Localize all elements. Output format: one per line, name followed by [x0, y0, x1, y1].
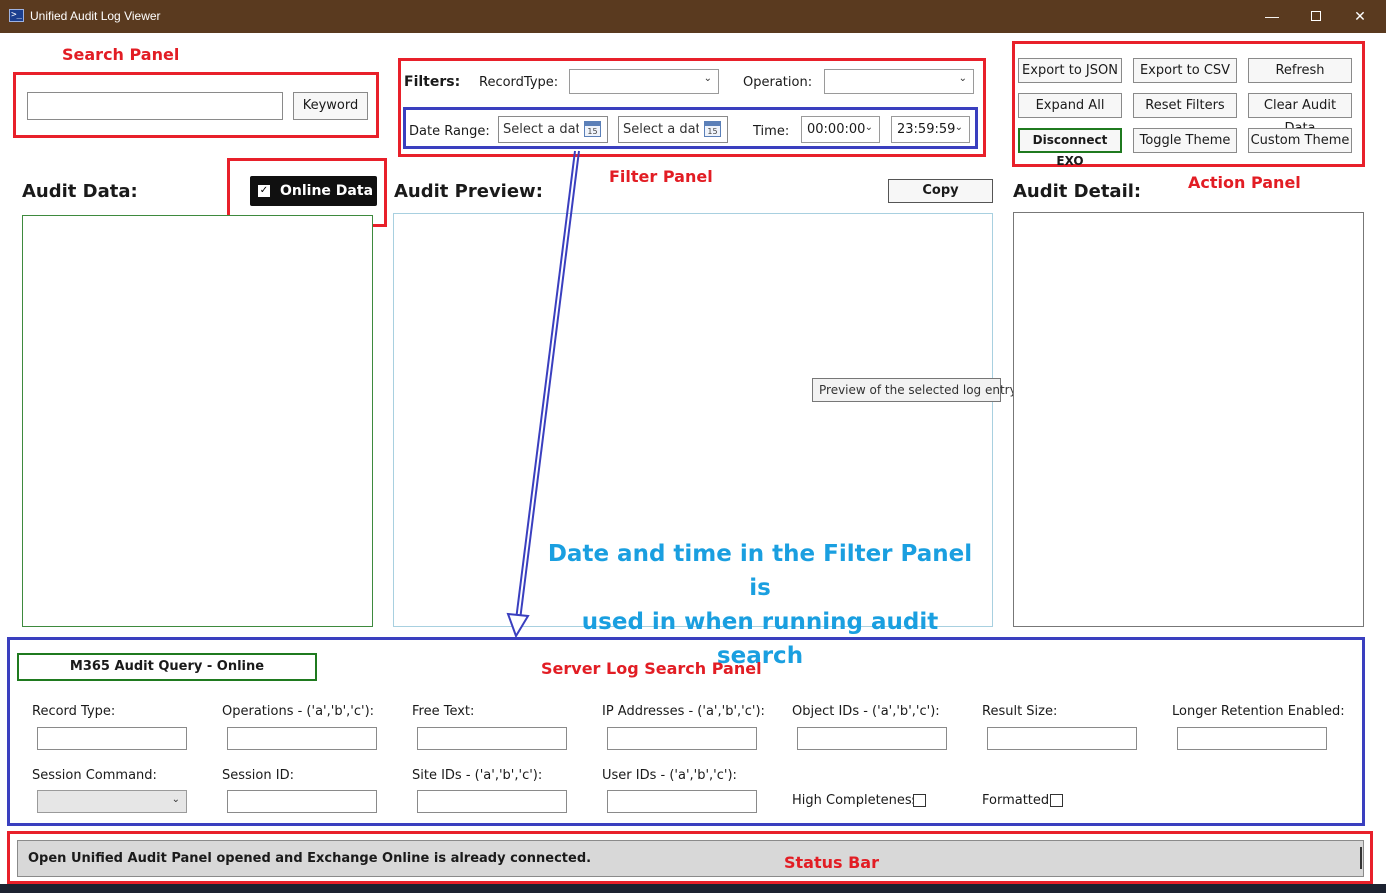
- chevron-down-icon: ⌄: [171, 794, 180, 805]
- session-id-field[interactable]: [227, 790, 377, 813]
- high-completeness-checkbox[interactable]: [913, 794, 926, 807]
- longer-retention-field-label: Longer Retention Enabled:: [1172, 704, 1345, 719]
- status-message: Open Unified Audit Panel opened and Exch…: [28, 851, 592, 866]
- object-ids-field-label: Object IDs - ('a','b','c'):: [792, 704, 940, 719]
- longer-retention-field[interactable]: [1177, 727, 1327, 750]
- site-ids-field[interactable]: [417, 790, 567, 813]
- result-size-field[interactable]: [987, 727, 1137, 750]
- free-text-field[interactable]: [417, 727, 567, 750]
- formatted-checkbox[interactable]: [1050, 794, 1063, 807]
- ip-addresses-field[interactable]: [607, 727, 757, 750]
- ip-addresses-field-label: IP Addresses - ('a','b','c'):: [602, 704, 765, 719]
- operations-field[interactable]: [227, 727, 377, 750]
- record-type-field-label: Record Type:: [32, 704, 116, 719]
- user-ids-field[interactable]: [607, 790, 757, 813]
- object-ids-field[interactable]: [797, 727, 947, 750]
- site-ids-label: Site IDs - ('a','b','c'):: [412, 768, 543, 783]
- server-log-panel-annotation: Server Log Search Panel: [541, 659, 762, 678]
- status-bar-annotation: Status Bar: [784, 853, 879, 872]
- m365-audit-query-button[interactable]: M365 Audit Query - Online: [17, 653, 317, 681]
- session-command-dropdown[interactable]: ⌄: [37, 790, 187, 813]
- operations-field-label: Operations - ('a','b','c'):: [222, 704, 375, 719]
- record-type-field[interactable]: [37, 727, 187, 750]
- status-grip: [1360, 847, 1362, 869]
- high-completeness-label: High Completeness:: [792, 793, 923, 808]
- formatted-label: Formatted:: [982, 793, 1054, 808]
- result-size-field-label: Result Size:: [982, 704, 1058, 719]
- free-text-field-label: Free Text:: [412, 704, 475, 719]
- user-ids-label: User IDs - ('a','b','c'):: [602, 768, 737, 783]
- session-id-label: Session ID:: [222, 768, 294, 783]
- session-command-label: Session Command:: [32, 768, 157, 783]
- taskbar: [0, 884, 1386, 893]
